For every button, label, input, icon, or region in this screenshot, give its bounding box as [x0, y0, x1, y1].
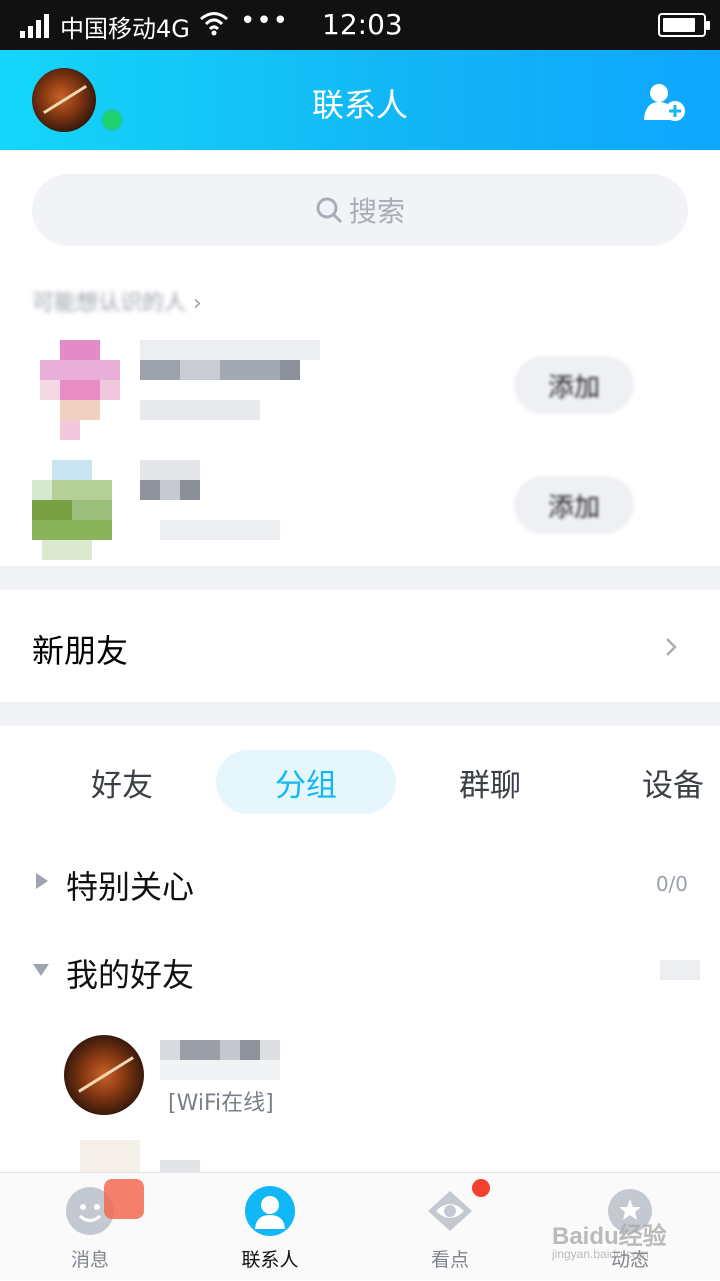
suggested-name-1 — [140, 340, 320, 420]
friend-name-pixelated — [160, 1040, 280, 1080]
chevron-right-icon — [666, 638, 677, 656]
message-badge-pixelated — [104, 1179, 144, 1219]
notification-dot — [472, 1179, 490, 1197]
nav-contacts-label: 联系人 — [241, 1249, 299, 1271]
friend-avatar[interactable] — [64, 1035, 144, 1115]
group-name: 特别关心 — [66, 868, 195, 906]
group-count: 0/0 — [655, 872, 688, 896]
carrier-label: 中国移动4G — [60, 15, 190, 43]
add-contact-icon[interactable] — [642, 82, 686, 122]
add-button-2[interactable]: 添加 — [514, 476, 634, 534]
tab-friends[interactable]: 好友 — [60, 750, 184, 814]
nav-messages-label: 消息 — [70, 1249, 109, 1271]
tab-groups[interactable]: 分组 — [216, 750, 396, 814]
eye-icon — [428, 1191, 472, 1231]
watermark-main: Baidu经验 — [552, 1223, 667, 1250]
search-icon — [316, 197, 343, 224]
battery-icon — [658, 13, 710, 37]
more-status-dots: ••• — [240, 6, 290, 36]
tab-group-chats[interactable]: 群聊 — [428, 750, 552, 814]
section-divider-2 — [0, 702, 720, 726]
page-title: 联系人 — [311, 86, 408, 124]
suggested-people-header[interactable]: 可能想认识的人 › — [32, 285, 202, 317]
nav-messages[interactable]: 消息 — [20, 1173, 160, 1281]
new-friends-label: 新朋友 — [32, 632, 129, 670]
baidu-watermark: Baidu经验 jingyan.baidu.com — [552, 1216, 667, 1261]
group-my-friends[interactable]: 我的好友 — [0, 940, 720, 1000]
contact-tabs: 好友 分组 群聊 设备 — [0, 750, 720, 816]
triangle-right-icon — [36, 873, 48, 889]
new-friends-row[interactable]: 新朋友 — [0, 590, 720, 702]
tab-devices[interactable]: 设备 — [616, 750, 720, 814]
chevron-right-icon: › — [193, 291, 202, 316]
next-friend-pixelated — [80, 1140, 220, 1172]
group-special-care[interactable]: 特别关心 0/0 — [0, 852, 720, 912]
tab-groups-label: 分组 — [275, 767, 337, 804]
nav-discover-label: 看点 — [430, 1249, 469, 1271]
add-button-1[interactable]: 添加 — [514, 356, 634, 414]
tab-friends-label: 好友 — [91, 767, 153, 804]
triangle-down-icon — [33, 964, 49, 976]
clock: 12:03 — [322, 8, 403, 41]
tab-devices-label: 设备 — [642, 767, 704, 804]
signal-icon — [20, 14, 50, 38]
nav-contacts[interactable]: 联系人 — [200, 1173, 340, 1281]
section-divider-1 — [0, 566, 720, 590]
search-bar[interactable]: 搜索 — [32, 174, 688, 246]
status-bar: 中国移动4G ••• 12:03 — [0, 0, 720, 50]
friend-status: [WiFi在线] — [168, 1091, 274, 1116]
add-button-1-label: 添加 — [547, 372, 600, 403]
group-count-pixelated — [660, 960, 700, 980]
contacts-icon — [245, 1186, 295, 1236]
group-name: 我的好友 — [66, 956, 195, 994]
suggested-avatar-2[interactable] — [32, 460, 122, 560]
tab-group-chats-label: 群聊 — [459, 767, 521, 804]
suggested-name-2 — [140, 460, 280, 540]
nav-discover[interactable]: 看点 — [380, 1173, 520, 1281]
top-header: 联系人 — [0, 50, 720, 150]
suggested-avatar-1[interactable] — [40, 340, 120, 440]
search-placeholder: 搜索 — [348, 195, 405, 228]
add-button-2-label: 添加 — [547, 492, 600, 523]
wifi-icon — [200, 12, 228, 36]
suggested-people-label: 可能想认识的人 — [32, 291, 187, 316]
